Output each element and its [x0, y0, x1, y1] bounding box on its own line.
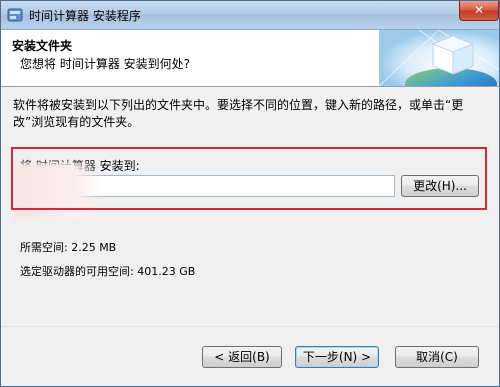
page-title: 安装文件夹 [12, 39, 73, 53]
description-text: 软件将被安装到以下列出的文件夹中。要选择不同的位置，键入新的路径，或单击“更改”… [13, 98, 464, 129]
back-button[interactable]: < 返回(B) [202, 346, 282, 368]
space-required-text: 所需空间: 2.25 MB [20, 241, 117, 254]
space-available-text: 选定驱动器的可用空间: 401.23 GB [20, 265, 196, 278]
installer-icon [7, 8, 23, 22]
footer-divider [1, 326, 499, 327]
close-button[interactable]: ✕ [459, 1, 499, 21]
next-button[interactable]: 下一步(N) > [295, 346, 379, 368]
cancel-button[interactable]: 取消(C) [395, 346, 479, 368]
installer-window: 时间计算器 安装程序 ✕ 安装文件夹 您想将 时间计算器 安装到何处? 软件将被… [0, 0, 500, 387]
page-subtitle: 您想将 时间计算器 安装到何处? [20, 57, 190, 71]
header-panel: 安装文件夹 您想将 时间计算器 安装到何处? [1, 30, 499, 87]
title-bar[interactable]: 时间计算器 安装程序 ✕ [1, 1, 499, 30]
window-title: 时间计算器 安装程序 [29, 9, 141, 23]
globe-cube-icon [379, 30, 499, 86]
annotation-highlight-box [11, 147, 487, 210]
